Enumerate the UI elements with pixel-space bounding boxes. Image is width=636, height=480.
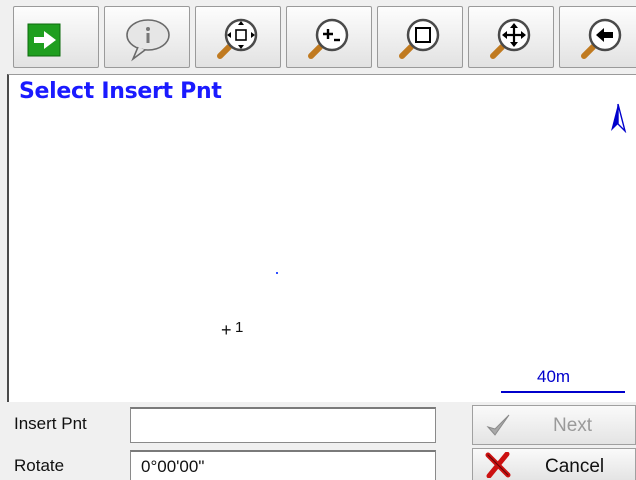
scale-label: 40m bbox=[537, 367, 571, 386]
zoom-extents-button[interactable] bbox=[195, 6, 281, 68]
next-label: Next bbox=[553, 415, 593, 436]
info-button[interactable] bbox=[104, 6, 190, 68]
zoom-window-icon bbox=[399, 18, 440, 59]
map-title: Select Insert Pnt bbox=[19, 79, 222, 104]
point-label: 1 bbox=[235, 319, 244, 336]
cancel-x-icon bbox=[485, 452, 511, 478]
point-cross-icon: + bbox=[221, 320, 232, 340]
green-arrow-right-icon bbox=[27, 23, 61, 57]
cancel-button[interactable]: Cancel bbox=[472, 448, 636, 480]
previous-view-icon bbox=[581, 18, 622, 59]
rotate-input[interactable]: 0°00'00" bbox=[130, 450, 436, 480]
toolbar bbox=[0, 0, 636, 72]
pan-button[interactable] bbox=[468, 6, 554, 68]
zoom-in-out-button[interactable] bbox=[286, 6, 372, 68]
next-button[interactable]: Next bbox=[472, 405, 636, 445]
insert-pnt-label: Insert Pnt bbox=[14, 414, 87, 433]
zoom-extents-icon bbox=[217, 18, 258, 59]
info-speech-bubble-icon bbox=[126, 19, 170, 62]
accept-button[interactable] bbox=[13, 6, 99, 68]
previous-view-button[interactable] bbox=[559, 6, 636, 68]
scale-bar bbox=[501, 391, 625, 393]
insert-pnt-input[interactable] bbox=[130, 407, 436, 443]
map-point-marker bbox=[276, 272, 278, 274]
map-canvas[interactable]: Select Insert Pnt + 1 40m bbox=[7, 74, 636, 402]
rotate-label: Rotate bbox=[14, 456, 65, 475]
checkmark-icon bbox=[486, 414, 510, 436]
north-arrow-icon bbox=[611, 103, 627, 133]
zoom-in-out-icon bbox=[308, 18, 349, 59]
zoom-window-button[interactable] bbox=[377, 6, 463, 68]
cancel-label: Cancel bbox=[545, 456, 605, 477]
pan-icon bbox=[490, 18, 531, 59]
